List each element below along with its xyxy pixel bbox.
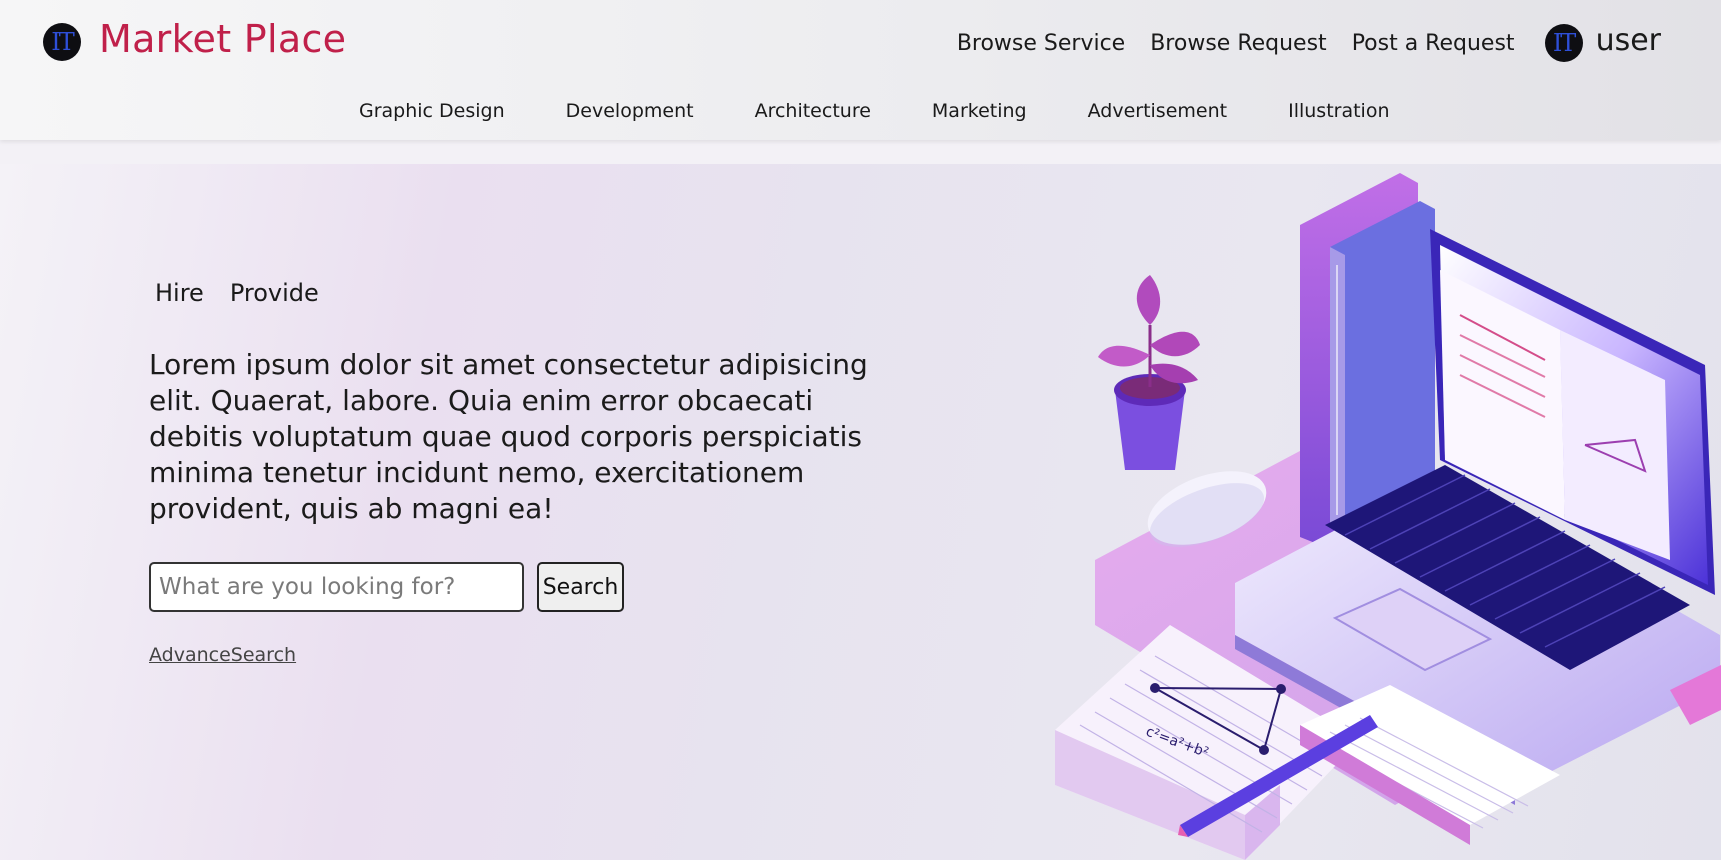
brand-title[interactable]: Market Place [99,17,346,61]
search-input[interactable] [149,562,524,612]
tab-hire[interactable]: Hire [155,279,204,307]
hero-description: Lorem ipsum dolor sit amet consectetur a… [149,348,868,525]
search-button[interactable]: Search [537,562,624,612]
nav-post-request[interactable]: Post a Request [1352,31,1515,56]
user-name[interactable]: user [1596,23,1661,58]
avatar[interactable]: IT [1544,24,1583,62]
category-navigation: Graphic Design Development Architecture … [359,100,1451,122]
advanced-search-link[interactable]: AdvanceSearch [149,644,296,666]
logo-icon[interactable]: IT [43,23,81,61]
user-menu[interactable]: IT user [1544,23,1661,62]
laptop-desk-illustration: c²=a²+b² [1055,173,1721,860]
category-advertisement[interactable]: Advertisement [1088,100,1227,122]
top-navigation: Browse Service Browse Request Post a Req… [957,22,1721,64]
category-graphic-design[interactable]: Graphic Design [359,100,505,122]
category-development[interactable]: Development [566,100,694,122]
nav-browse-service[interactable]: Browse Service [957,31,1125,56]
category-marketing[interactable]: Marketing [932,100,1027,122]
category-architecture[interactable]: Architecture [755,100,871,122]
site-header: IT Market Place Browse Service Browse Re… [0,0,1721,140]
nav-browse-request[interactable]: Browse Request [1150,31,1326,56]
mode-tabs: Hire Provide [155,279,345,307]
tab-provide[interactable]: Provide [230,279,319,307]
category-illustration[interactable]: Illustration [1288,100,1389,122]
